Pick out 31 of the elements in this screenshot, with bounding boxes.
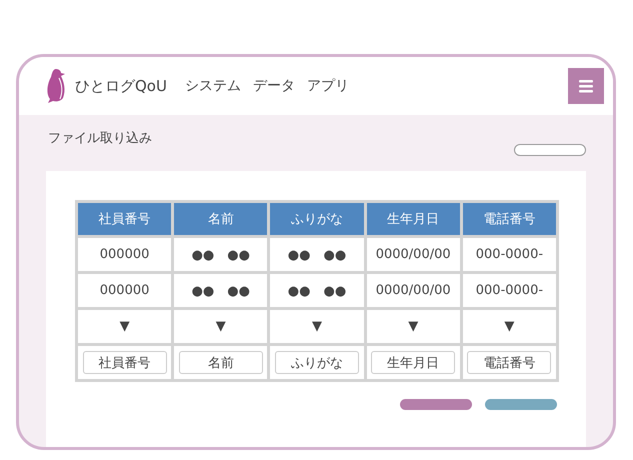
page-title: ファイル取り込み xyxy=(48,130,152,147)
action-button[interactable] xyxy=(485,399,557,410)
table-cell: ●● ●● xyxy=(174,274,268,307)
menu-item[interactable]: システム xyxy=(184,77,241,95)
table-cell: ●● ●● xyxy=(270,238,364,271)
field-select-button[interactable]: 電話番号 xyxy=(467,351,552,374)
field-select-button[interactable]: 生年月日 xyxy=(371,351,456,374)
column-header: 名前 xyxy=(174,203,268,235)
table-cell: 000-0000- xyxy=(462,238,556,271)
field-select-button[interactable]: 社員番号 xyxy=(82,351,167,374)
table-cell: 000000 xyxy=(78,238,172,271)
menu-item[interactable]: アプリ xyxy=(306,77,349,95)
table-cell: 0000/00/00 xyxy=(366,274,460,307)
menu-button[interactable] xyxy=(568,68,604,104)
column-header: 社員番号 xyxy=(78,203,172,235)
action-button[interactable] xyxy=(400,399,472,410)
table-cell: 000000 xyxy=(78,274,172,307)
menu-item[interactable]: データ xyxy=(252,77,295,95)
table-cell: ●● ●● xyxy=(174,238,268,271)
column-header: 電話番号 xyxy=(462,203,556,235)
table-cell: 000-0000- xyxy=(462,274,556,307)
app-name: ひとログQoU xyxy=(75,76,167,96)
field-select-button[interactable]: 名前 xyxy=(178,351,263,374)
column-header: 生年月日 xyxy=(366,203,460,235)
field-select-button[interactable]: ふりがな xyxy=(274,351,359,374)
column-header: ふりがな xyxy=(270,203,364,235)
input-field[interactable] xyxy=(514,144,586,156)
table-cell: 0000/00/00 xyxy=(366,238,460,271)
menu-icon xyxy=(578,78,594,94)
penguin-logo-icon xyxy=(45,68,67,104)
table-cell: ●● ●● xyxy=(270,274,364,307)
